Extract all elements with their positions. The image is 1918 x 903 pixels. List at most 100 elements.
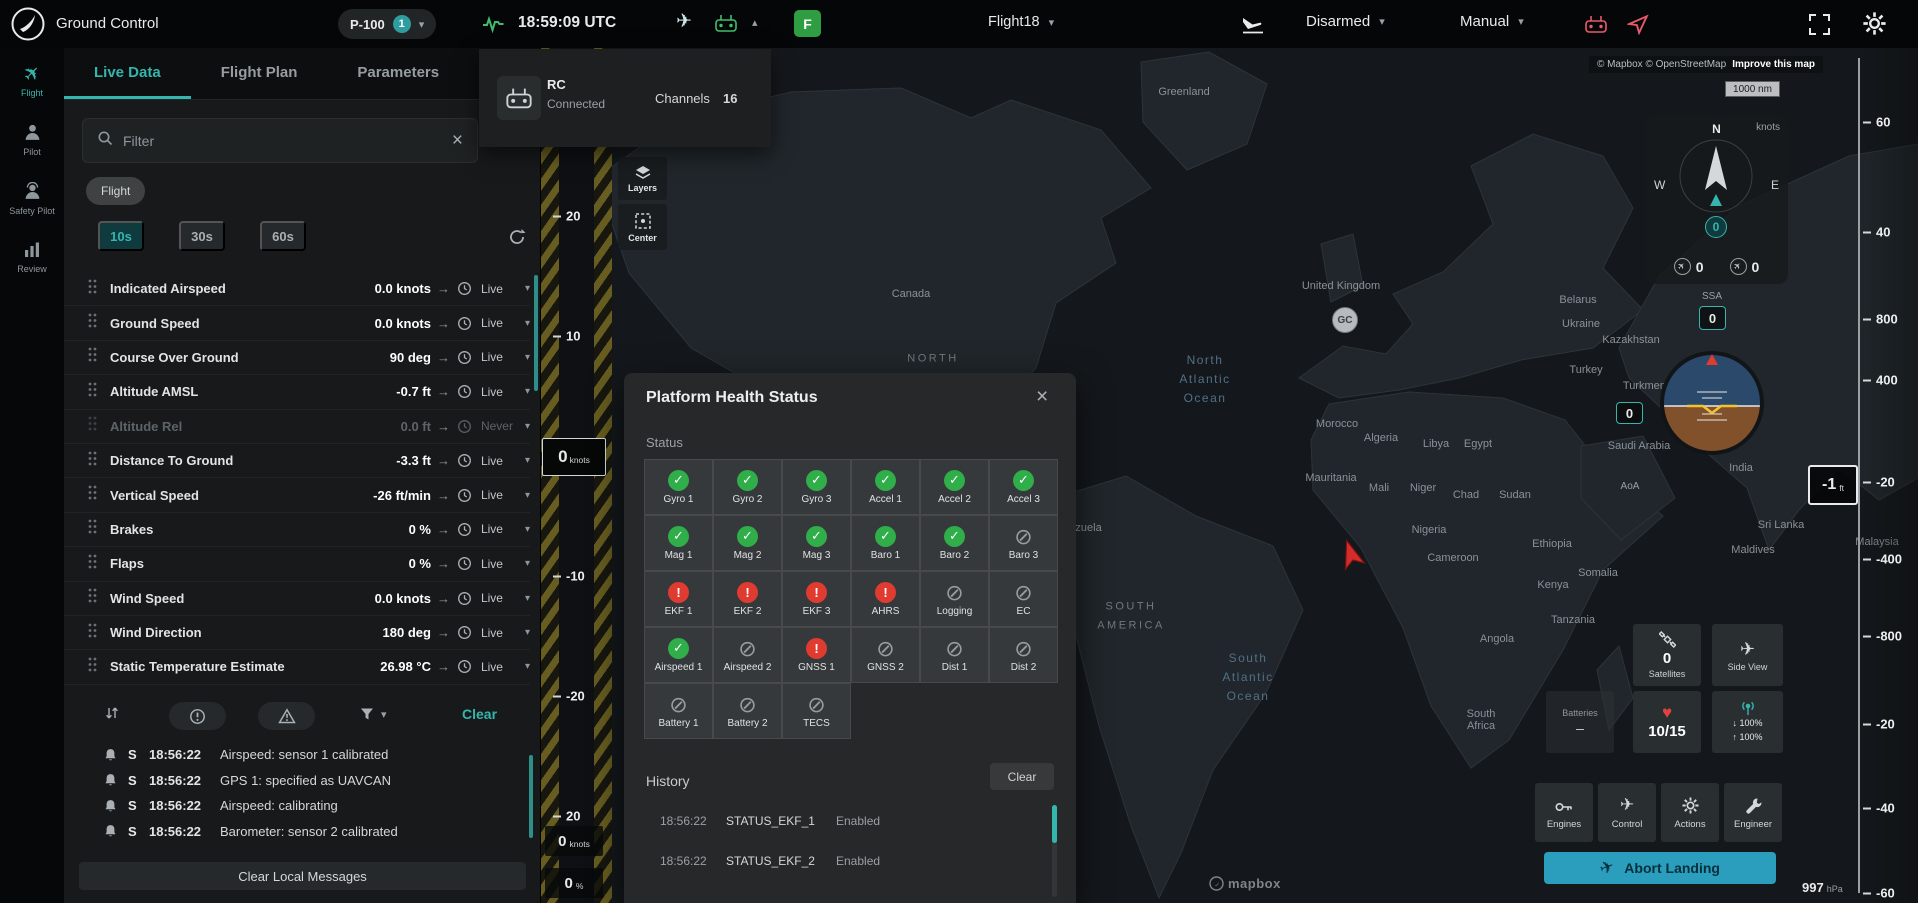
refresh-icon[interactable] (508, 228, 526, 251)
status-tile-label: Accel 2 (938, 494, 971, 505)
flight-select[interactable]: Flight18 ▾ (988, 14, 1054, 30)
history-clear-button[interactable]: Clear (990, 763, 1054, 790)
warning-filter-button[interactable] (258, 702, 315, 730)
time-range-30s[interactable]: 30s (179, 221, 225, 251)
chevron-down-icon[interactable]: ▾ (525, 490, 530, 501)
rc-alert-icon[interactable] (1584, 13, 1608, 40)
chevron-down-icon[interactable]: ▾ (525, 283, 530, 294)
action-button-engines[interactable]: Engines (1535, 783, 1593, 842)
drag-handle-icon[interactable] (88, 657, 110, 677)
chevron-up-icon[interactable]: ▴ (752, 16, 758, 29)
telemetry-row-altitude-rel[interactable]: Altitude Rel0.0 ft→Never▾ (64, 410, 530, 444)
drag-handle-icon[interactable] (88, 279, 110, 299)
fullscreen-icon[interactable] (1808, 13, 1831, 41)
telemetry-row-ground-speed[interactable]: Ground Speed0.0 knots→Live▾ (64, 306, 530, 340)
drag-handle-icon[interactable] (88, 519, 110, 539)
ground-control-marker[interactable]: GC (1332, 307, 1358, 333)
vehicle-select[interactable]: P-100 1 ▾ (338, 9, 436, 39)
side-view-button[interactable]: ✈ Side View (1712, 624, 1783, 686)
chevron-down-icon[interactable]: ▾ (525, 661, 530, 672)
chevron-down-icon[interactable]: ▾ (525, 421, 530, 432)
chevron-down-icon[interactable]: ▾ (525, 627, 530, 638)
filter-chip[interactable]: Flight (86, 177, 145, 205)
sidebar-item-review[interactable]: Review (0, 238, 64, 275)
telemetry-row-flaps[interactable]: Flaps0 %→Live▾ (64, 547, 530, 581)
tick-label: 400 (1876, 373, 1898, 388)
chevron-down-icon[interactable]: ▾ (525, 455, 530, 466)
message-filter-dropdown[interactable]: ▾ (360, 707, 387, 721)
search-box[interactable]: × (82, 118, 478, 163)
heart-icon: ♥ (1662, 704, 1672, 721)
clear-messages-button[interactable]: Clear (462, 706, 497, 722)
arm-state-select[interactable]: Disarmed ▾ (1306, 13, 1385, 30)
drag-handle-icon[interactable] (88, 382, 110, 402)
handoff-alert-icon[interactable] (1627, 13, 1649, 40)
sidebar-item-flight[interactable]: ✈Flight (0, 62, 64, 99)
action-button-control[interactable]: ✈Control (1598, 783, 1656, 842)
history-time: 18:56:22 (660, 814, 726, 828)
geofence-badge[interactable]: F (794, 10, 821, 37)
settings-gear-icon[interactable] (1862, 11, 1887, 41)
rc-link-icon[interactable] (714, 12, 738, 39)
downlink-quality: ↓ 100% (1732, 718, 1762, 730)
chevron-down-icon[interactable]: ▾ (525, 558, 530, 569)
messages-scrollbar[interactable] (529, 755, 533, 838)
drag-handle-icon[interactable] (88, 554, 110, 574)
telemetry-row-course-over-ground[interactable]: Course Over Ground90 deg→Live▾ (64, 341, 530, 375)
clear-local-messages-button[interactable]: Clear Local Messages (79, 862, 526, 890)
sidebar-item-safety-pilot[interactable]: Safety Pilot (0, 180, 64, 217)
drag-handle-icon[interactable] (88, 347, 110, 367)
abort-landing-button[interactable]: ✈ Abort Landing (1544, 852, 1776, 884)
time-range-10s[interactable]: 10s (98, 221, 144, 251)
app-logo-icon[interactable] (10, 6, 46, 42)
tick-label: -40 (1876, 801, 1895, 816)
action-button-engineer[interactable]: Engineer (1724, 783, 1782, 842)
action-button-actions[interactable]: Actions (1661, 783, 1719, 842)
telemetry-row-altitude-amsl[interactable]: Altitude AMSL-0.7 ft→Live▾ (64, 375, 530, 409)
satellites-button[interactable]: 0 Satellites (1633, 624, 1701, 686)
center-button[interactable]: Center (618, 204, 667, 250)
chevron-down-icon[interactable]: ▾ (525, 386, 530, 397)
mode-select[interactable]: Manual ▾ (1460, 13, 1524, 30)
telemetry-row-distance-to-ground[interactable]: Distance To Ground-3.3 ft→Live▾ (64, 444, 530, 478)
error-filter-button[interactable] (169, 702, 226, 730)
link-health-button[interactable]: ♥ 10/15 (1633, 691, 1701, 753)
search-icon (97, 130, 113, 151)
tab-flight-plan[interactable]: Flight Plan (191, 48, 328, 99)
sort-icon[interactable] (104, 706, 120, 726)
improve-map-link[interactable]: Improve this map (1732, 59, 1815, 70)
drag-handle-icon[interactable] (88, 313, 110, 333)
layers-button[interactable]: Layers (618, 157, 667, 200)
time-range-60s[interactable]: 60s (260, 221, 306, 251)
chevron-down-icon[interactable]: ▾ (525, 524, 530, 535)
telemetry-row-vertical-speed[interactable]: Vertical Speed-26 ft/min→Live▾ (64, 478, 530, 512)
telemetry-scrollbar[interactable] (534, 275, 538, 391)
drag-handle-icon[interactable] (88, 485, 110, 505)
telemetry-row-wind-speed[interactable]: Wind Speed0.0 knots→Live▾ (64, 582, 530, 616)
chevron-down-icon[interactable]: ▾ (525, 318, 530, 329)
telemetry-row-brakes[interactable]: Brakes0 %→Live▾ (64, 513, 530, 547)
tick-mark (553, 335, 561, 337)
aircraft-marker[interactable] (1334, 537, 1368, 576)
clear-filter-icon[interactable]: × (452, 131, 463, 150)
drag-handle-icon[interactable] (88, 588, 110, 608)
history-scrollbar[interactable] (1052, 805, 1057, 843)
drag-handle-icon[interactable] (88, 451, 110, 471)
tab-parameters[interactable]: Parameters (327, 48, 469, 99)
close-icon[interactable]: × (1036, 385, 1048, 409)
batteries-box[interactable]: Batteries – (1546, 691, 1614, 753)
radio-link-button[interactable]: ↓ 100% ↑ 100% (1712, 691, 1783, 753)
drag-handle-icon[interactable] (88, 416, 110, 436)
aircraft-link-icon[interactable]: ✈ (676, 10, 692, 33)
drag-handle-icon[interactable] (88, 623, 110, 643)
tab-live-data[interactable]: Live Data (64, 48, 191, 99)
sidebar-item-pilot[interactable]: Pilot (0, 121, 64, 158)
chevron-down-icon[interactable]: ▾ (525, 593, 530, 604)
tape-tick: 20 (553, 209, 580, 224)
landing-icon[interactable] (1240, 13, 1266, 40)
filter-input[interactable] (123, 133, 442, 149)
telemetry-row-wind-direction[interactable]: Wind Direction180 deg→Live▾ (64, 616, 530, 650)
telemetry-row-static-temperature-estimate[interactable]: Static Temperature Estimate26.98 °C→Live… (64, 650, 530, 684)
chevron-down-icon[interactable]: ▾ (525, 352, 530, 363)
telemetry-row-indicated-airspeed[interactable]: Indicated Airspeed0.0 knots→Live▾ (64, 272, 530, 306)
